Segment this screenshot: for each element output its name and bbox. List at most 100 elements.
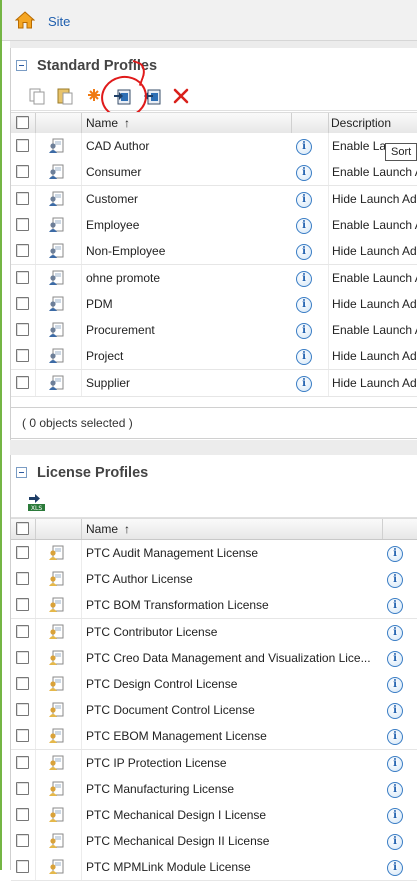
info-icon[interactable]: i	[296, 217, 312, 234]
table-row[interactable]: CAD Author i Enable La	[11, 133, 417, 160]
table-row[interactable]: PTC Mechanical Design II License i	[11, 828, 417, 856]
table-row[interactable]: PTC Creo Data Management and Visualizati…	[11, 644, 417, 672]
info-icon[interactable]: i	[387, 860, 403, 877]
profile-name-link[interactable]: PTC BOM Transformation License	[86, 598, 269, 612]
info-icon[interactable]: i	[387, 598, 403, 615]
collapse-toggle-icon[interactable]	[16, 466, 27, 478]
row-checkbox[interactable]	[16, 598, 29, 612]
profile-name-link[interactable]: Consumer	[86, 165, 141, 179]
table-row[interactable]: PTC BOM Transformation License i	[11, 592, 417, 620]
row-checkbox[interactable]	[16, 834, 29, 848]
row-checkbox[interactable]	[16, 546, 29, 559]
header-description-cell[interactable]: Description	[329, 113, 417, 133]
info-icon[interactable]: i	[387, 808, 403, 824]
select-all-checkbox[interactable]	[16, 116, 29, 129]
profile-name-link[interactable]: PTC EBOM Management License	[86, 729, 267, 743]
select-all-checkbox[interactable]	[16, 522, 29, 535]
info-icon[interactable]: i	[296, 191, 312, 208]
info-icon[interactable]: i	[387, 624, 403, 641]
profile-name-link[interactable]: Supplier	[86, 376, 130, 390]
row-checkbox[interactable]	[16, 703, 29, 717]
row-checkbox[interactable]	[16, 729, 29, 743]
table-row[interactable]: Consumer i Enable Launch A	[11, 159, 417, 187]
row-checkbox[interactable]	[16, 191, 29, 205]
table-row[interactable]: PTC Design Control License i	[11, 671, 417, 698]
collapse-toggle-icon[interactable]	[16, 59, 27, 71]
info-icon[interactable]: i	[296, 323, 312, 340]
profile-name-link[interactable]: Procurement	[86, 323, 155, 337]
info-icon[interactable]: i	[296, 296, 312, 313]
name-column-header[interactable]: Name	[86, 522, 118, 536]
profile-name-link[interactable]: PTC Mechanical Design I License	[86, 808, 266, 822]
table-row[interactable]: Non-Employee i Hide Launch Ad	[11, 238, 417, 266]
row-checkbox[interactable]	[16, 323, 29, 337]
info-icon[interactable]: i	[387, 546, 403, 562]
profile-name-link[interactable]: PTC Manufacturing License	[86, 782, 234, 796]
row-checkbox[interactable]	[16, 572, 29, 586]
profile-name-link[interactable]: PDM	[86, 297, 113, 311]
row-checkbox[interactable]	[16, 296, 29, 310]
profile-name-link[interactable]: PTC Document Control License	[86, 703, 255, 717]
info-icon[interactable]: i	[387, 781, 403, 798]
row-checkbox[interactable]	[16, 624, 29, 638]
info-icon[interactable]: i	[296, 270, 312, 287]
profile-name-link[interactable]: PTC Audit Management License	[86, 546, 258, 560]
table-row[interactable]: Supplier i Hide Launch Ad	[11, 369, 417, 397]
table-row[interactable]: PTC Audit Management License i	[11, 540, 417, 567]
row-checkbox[interactable]	[16, 270, 29, 284]
row-checkbox[interactable]	[16, 860, 29, 874]
table-row[interactable]: PTC Author License i	[11, 566, 417, 594]
profile-name-link[interactable]: Employee	[86, 218, 139, 232]
copy-icon[interactable]	[27, 86, 47, 106]
profile-name-link[interactable]: Project	[86, 349, 123, 363]
row-checkbox[interactable]	[16, 808, 29, 821]
row-checkbox[interactable]	[16, 244, 29, 258]
table-row[interactable]: PTC Mechanical Design I License i	[11, 802, 417, 829]
table-row[interactable]: Project i Hide Launch Ad	[11, 343, 417, 371]
description-column-header[interactable]: Description	[331, 116, 391, 130]
table-row[interactable]: PTC EBOM Management License i	[11, 723, 417, 751]
table-row[interactable]: PTC Contributor License i	[11, 618, 417, 646]
profile-name-link[interactable]: PTC Design Control License	[86, 677, 237, 691]
table-row[interactable]: Employee i Enable Launch A	[11, 211, 417, 239]
header-name-cell[interactable]: Name ↑	[82, 113, 292, 133]
profile-name-link[interactable]: PTC IP Protection License	[86, 756, 227, 770]
profile-name-link[interactable]: PTC Mechanical Design II License	[86, 834, 269, 848]
paste-icon[interactable]	[55, 86, 75, 106]
row-checkbox[interactable]	[16, 650, 29, 664]
info-icon[interactable]: i	[387, 755, 403, 772]
header-name-cell[interactable]: Name ↑	[82, 519, 383, 539]
profile-name-link[interactable]: CAD Author	[86, 139, 149, 153]
site-breadcrumb-link[interactable]: Site	[48, 14, 70, 29]
profile-name-link[interactable]: PTC Contributor License	[86, 625, 217, 639]
row-checkbox[interactable]	[16, 677, 29, 690]
row-checkbox[interactable]	[16, 349, 29, 363]
info-icon[interactable]: i	[387, 834, 403, 851]
table-row[interactable]: ohne promote i Enable Launch A	[11, 264, 417, 292]
info-icon[interactable]: i	[296, 375, 312, 392]
table-row[interactable]: PTC IP Protection License i	[11, 749, 417, 777]
info-icon[interactable]: i	[296, 139, 312, 155]
info-icon[interactable]: i	[387, 650, 403, 667]
row-checkbox[interactable]	[16, 165, 29, 179]
info-icon[interactable]: i	[387, 677, 403, 693]
profile-name-link[interactable]: PTC Creo Data Management and Visualizati…	[86, 651, 371, 665]
table-row[interactable]: PTC MPMLink Module License i	[11, 854, 417, 881]
row-checkbox[interactable]	[16, 375, 29, 389]
info-icon[interactable]: i	[387, 572, 403, 589]
row-checkbox[interactable]	[16, 139, 29, 152]
profile-name-link[interactable]: PTC Author License	[86, 572, 193, 586]
info-icon[interactable]: i	[387, 729, 403, 746]
info-icon[interactable]: i	[387, 703, 403, 720]
row-checkbox[interactable]	[16, 755, 29, 769]
table-row[interactable]: Procurement i Enable Launch A	[11, 317, 417, 345]
table-row[interactable]: PDM i Hide Launch Ad	[11, 290, 417, 318]
profile-name-link[interactable]: Non-Employee	[86, 244, 165, 258]
table-row[interactable]: PTC Manufacturing License i	[11, 775, 417, 803]
table-row[interactable]: Customer i Hide Launch Ad	[11, 185, 417, 213]
export-xls-icon[interactable]: XLS	[27, 492, 47, 512]
row-checkbox[interactable]	[16, 217, 29, 231]
delete-icon[interactable]	[171, 86, 191, 106]
profile-name-link[interactable]: ohne promote	[86, 271, 160, 285]
profile-name-link[interactable]: Customer	[86, 192, 138, 206]
